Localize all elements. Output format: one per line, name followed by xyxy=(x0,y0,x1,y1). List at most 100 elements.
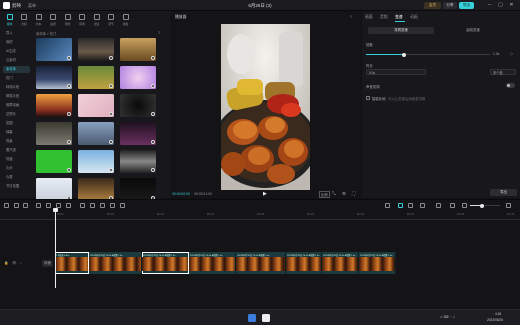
category-item[interactable]: 背景 xyxy=(3,138,30,145)
tool-tab-2[interactable]: 文本 xyxy=(32,13,45,28)
freeze-icon[interactable] xyxy=(80,203,85,208)
rotate-icon[interactable] xyxy=(110,203,115,208)
media-thumbnail[interactable] xyxy=(36,122,72,145)
tool-tab-6[interactable]: 滤镜 xyxy=(90,13,103,28)
delete-icon[interactable] xyxy=(66,203,71,208)
share-button[interactable]: 分享 xyxy=(443,2,457,9)
minimize-icon[interactable]: – xyxy=(485,1,494,10)
undo-icon[interactable] xyxy=(14,203,19,208)
microphone-icon[interactable] xyxy=(385,203,390,208)
tool-tab-4[interactable]: 特效 xyxy=(61,13,74,28)
export-button[interactable]: 导出 xyxy=(490,189,517,196)
category-item[interactable]: 搞笑片段 xyxy=(3,93,30,100)
media-thumbnail[interactable] xyxy=(120,122,156,145)
speed-slider[interactable] xyxy=(366,52,490,57)
duration-unit-select[interactable]: 多个值 xyxy=(490,69,516,75)
speed-mode-tab[interactable]: 常规变速 xyxy=(368,27,434,34)
media-thumbnail[interactable] xyxy=(36,178,72,201)
download-icon[interactable] xyxy=(151,112,155,116)
speed-value[interactable]: 1.0x xyxy=(493,52,499,56)
media-thumbnail[interactable] xyxy=(78,178,114,201)
fit-icon[interactable] xyxy=(436,203,441,208)
zoom-slider-knob[interactable] xyxy=(480,203,484,208)
preview-axis-icon[interactable] xyxy=(420,203,425,208)
reverse-icon[interactable] xyxy=(90,203,95,208)
media-thumbnail[interactable] xyxy=(78,122,114,145)
download-icon[interactable] xyxy=(109,112,113,116)
close-icon[interactable]: ✕ xyxy=(507,1,516,10)
download-icon[interactable] xyxy=(67,112,71,116)
download-icon[interactable] xyxy=(109,84,113,88)
crop-tool-icon[interactable] xyxy=(120,203,125,208)
timeline-clip[interactable]: 2023年6月26日 24:00 A视频 1.0x xyxy=(236,252,286,274)
magnet-icon[interactable] xyxy=(408,203,413,208)
playhead[interactable] xyxy=(53,208,58,288)
split-left-icon[interactable] xyxy=(46,203,51,208)
timeline-clip[interactable]: 2023年6月26日 24:00 A视频 1.0x xyxy=(142,252,189,274)
capcut-taskbar-icon[interactable] xyxy=(262,314,270,322)
tool-tab-3[interactable]: 贴纸 xyxy=(47,13,60,28)
media-thumbnail[interactable] xyxy=(78,94,114,117)
speed-mode-tab[interactable]: 曲线变速 xyxy=(440,27,506,34)
mirror-icon[interactable] xyxy=(100,203,105,208)
zoom-out-icon[interactable] xyxy=(450,203,455,208)
speed-slider-knob[interactable] xyxy=(402,52,406,57)
property-tab[interactable]: 变速 xyxy=(395,15,403,20)
zoom-slider[interactable] xyxy=(470,203,500,208)
crop-icon[interactable]: ⤡ xyxy=(332,191,336,196)
download-icon[interactable] xyxy=(109,56,113,60)
link-icon[interactable] xyxy=(398,203,403,208)
time-ruler[interactable]: 00:00 |00:05 |00:10 |00:15 |00:20 |00:25 |00:3… xyxy=(0,212,520,220)
fullscreen-icon[interactable]: ⛶ xyxy=(352,191,355,196)
media-thumbnail[interactable] xyxy=(36,150,72,173)
download-icon[interactable] xyxy=(151,168,155,172)
timeline-clip[interactable]: 2023年6月26日 24:00 A视频 1.0x xyxy=(189,252,236,274)
timeline-settings-icon[interactable] xyxy=(506,203,511,208)
category-item[interactable]: 故障动画 xyxy=(3,102,30,109)
filter-icon[interactable]: ≡ xyxy=(158,30,160,35)
category-item[interactable]: 云素材 xyxy=(3,57,30,64)
tool-tab-7[interactable]: 调节 xyxy=(105,13,118,28)
timeline-clip[interactable]: 2023年6月26日 24:00 A视频 1.0x xyxy=(359,252,396,274)
timeline-clip[interactable]: 2023年6月26日 24:00 A视频 1.0x xyxy=(286,252,322,274)
download-icon[interactable] xyxy=(67,168,71,172)
member-button[interactable]: 会员 xyxy=(424,2,441,9)
download-icon[interactable] xyxy=(151,56,155,60)
category-item[interactable]: 节日氛围 xyxy=(3,183,30,190)
media-thumbnail[interactable] xyxy=(78,38,114,61)
category-item[interactable]: 蒸汽波 xyxy=(3,147,30,154)
category-item[interactable]: 绿幕 xyxy=(3,129,30,136)
category-item[interactable]: 情绪 xyxy=(3,156,30,163)
property-tab[interactable]: 画面 xyxy=(365,15,373,20)
media-thumbnail[interactable] xyxy=(120,66,156,89)
timeline-clip[interactable]: 2023年6月26日 24:00 A视频 1.0x xyxy=(322,252,359,274)
download-icon[interactable] xyxy=(151,84,155,88)
media-thumbnail[interactable] xyxy=(120,38,156,61)
category-item[interactable]: 片尾 xyxy=(3,174,30,181)
download-icon[interactable] xyxy=(67,140,71,144)
category-item[interactable]: 氛围 xyxy=(3,120,30,127)
media-thumbnail[interactable] xyxy=(78,66,114,89)
category-item[interactable]: 片头 xyxy=(3,165,30,172)
ratio-button[interactable]: 比例 xyxy=(319,191,330,198)
duration-field[interactable]: 5.0s xyxy=(366,69,426,75)
reset-speed-icon[interactable]: ◇ xyxy=(510,51,513,56)
smooth-checkbox[interactable] xyxy=(366,96,370,100)
property-tab[interactable]: 动画 xyxy=(410,15,418,20)
tool-tab-1[interactable]: 音频 xyxy=(18,13,31,28)
video-preview[interactable] xyxy=(221,24,310,190)
pitch-toggle[interactable] xyxy=(506,83,515,88)
category-item[interactable]: 热门 xyxy=(3,75,30,82)
export-top-button[interactable]: 导出 xyxy=(459,2,474,9)
media-thumbnail[interactable] xyxy=(78,150,114,173)
menu-button[interactable]: 菜单 xyxy=(28,3,36,9)
track-lock-icon[interactable]: 🔒 xyxy=(4,261,8,265)
download-icon[interactable] xyxy=(67,84,71,88)
split-icon[interactable] xyxy=(36,203,41,208)
start-menu-icon[interactable] xyxy=(248,314,256,322)
tool-tab-0[interactable]: 媒体 xyxy=(3,13,16,28)
more-icon[interactable]: ≡ xyxy=(350,14,352,19)
tool-tab-5[interactable]: 转场 xyxy=(76,13,89,28)
property-tab[interactable]: 音频 xyxy=(380,15,388,20)
media-thumbnail[interactable] xyxy=(36,66,72,89)
